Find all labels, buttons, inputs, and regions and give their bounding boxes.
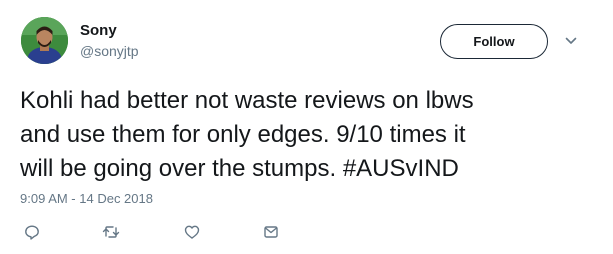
user-handle[interactable]: @sonyjtp xyxy=(80,43,139,59)
direct-message-icon[interactable] xyxy=(261,222,281,242)
avatar[interactable] xyxy=(21,17,68,64)
reply-icon[interactable] xyxy=(22,222,42,242)
like-icon[interactable] xyxy=(182,222,202,242)
chevron-down-icon[interactable] xyxy=(564,34,578,48)
follow-button[interactable]: Follow xyxy=(440,24,548,59)
tweet-card: Sony @sonyjtp Follow Kohli had better no… xyxy=(0,0,613,254)
display-name[interactable]: Sony xyxy=(80,22,117,39)
tweet-actions xyxy=(0,222,613,244)
user-avatar-image xyxy=(21,17,68,64)
tweet-text: Kohli had better not waste reviews on lb… xyxy=(20,87,474,182)
tweet-timestamp[interactable]: 9:09 AM - 14 Dec 2018 xyxy=(20,191,153,206)
retweet-icon[interactable] xyxy=(101,222,121,242)
